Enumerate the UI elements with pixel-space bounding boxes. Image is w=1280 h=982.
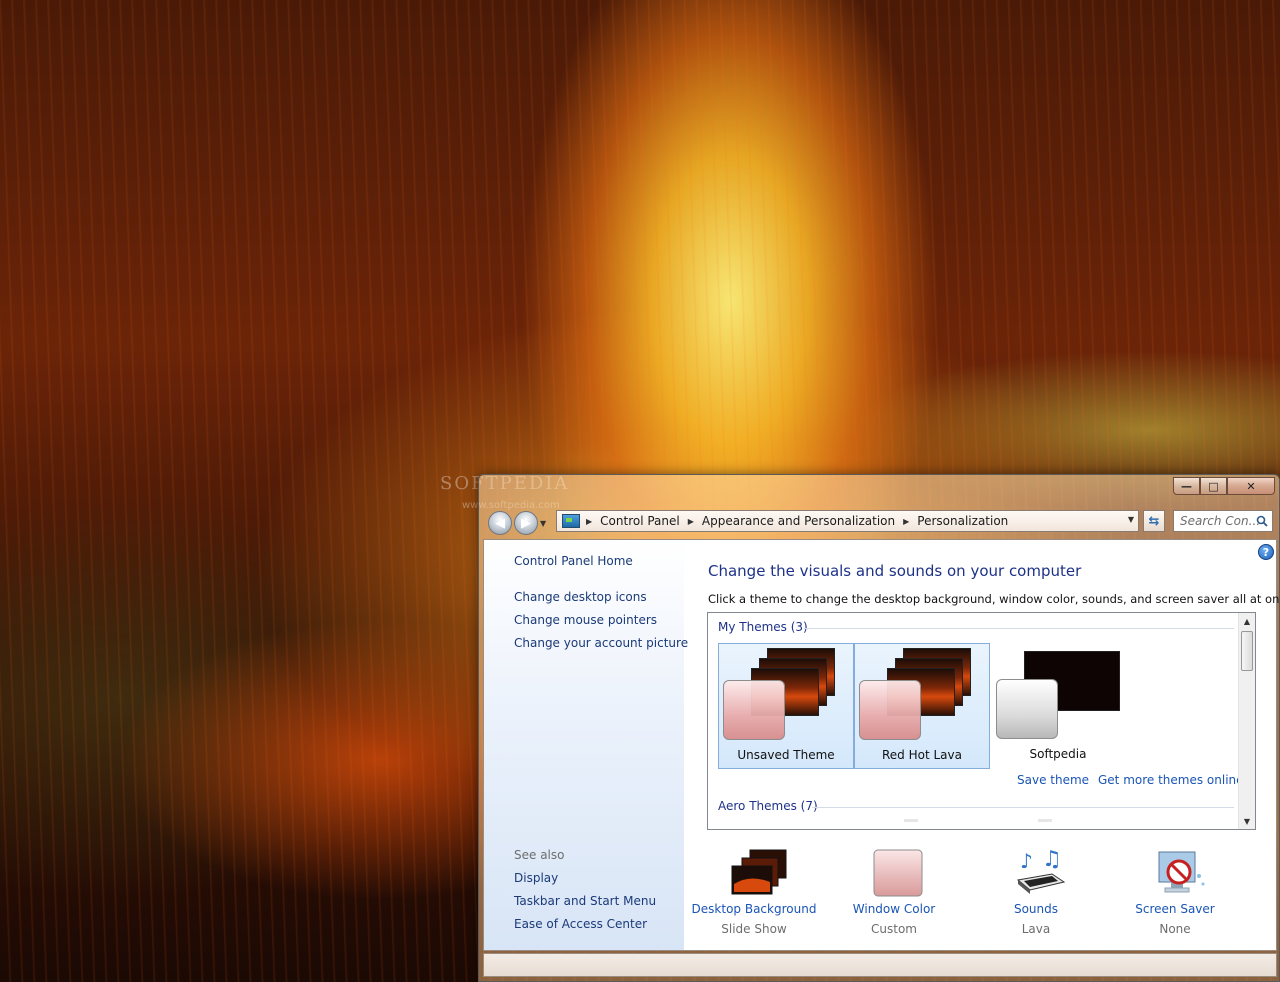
aero-themes-group-header[interactable]: Aero Themes (7) — [718, 799, 818, 813]
status-bar — [483, 953, 1277, 977]
forward-button[interactable]: ▶ — [514, 511, 538, 535]
theme-list[interactable]: My Themes (3) Unsaved Theme Red Hot Lava — [707, 612, 1256, 830]
sounds-icon: ♪ ♫ — [1016, 848, 1066, 894]
option-value: None — [1159, 922, 1191, 936]
address-bar[interactable]: ▶ Control Panel ▶ Appearance and Persona… — [556, 510, 1139, 532]
option-value: Lava — [1021, 922, 1051, 936]
theme-label: Red Hot Lava — [882, 748, 962, 762]
maximize-button[interactable]: □ — [1200, 477, 1227, 495]
sounds-option[interactable]: ♪ ♫ Sounds Lava — [966, 848, 1106, 944]
breadcrumb-control-panel[interactable]: Control Panel — [600, 514, 680, 528]
option-label: Window Color — [852, 902, 936, 916]
my-themes-group-header[interactable]: My Themes (3) — [718, 620, 808, 634]
refresh-button[interactable]: ⇆ — [1143, 510, 1165, 532]
back-button[interactable]: ◀ — [488, 511, 512, 535]
display-link[interactable]: Display — [514, 871, 558, 885]
search-input[interactable]: Search Con... — [1173, 510, 1273, 532]
chevron-down-icon[interactable]: ▼ — [1128, 515, 1134, 524]
theme-label: Softpedia — [1029, 747, 1087, 761]
theme-color-swatch — [859, 680, 921, 740]
partial-theme-tile — [1038, 819, 1052, 822]
option-value: Slide Show — [721, 922, 787, 936]
theme-tile-unsaved[interactable]: Unsaved Theme — [718, 643, 854, 769]
ease-of-access-link[interactable]: Ease of Access Center — [514, 917, 647, 931]
personalization-window: — □ ✕ ◀ ▶ ▼ ▶ Control Panel ▶ Appearance… — [478, 474, 1280, 982]
breadcrumb-appearance[interactable]: Appearance and Personalization — [702, 514, 895, 528]
svg-text:♪: ♪ — [1020, 849, 1033, 873]
save-theme-link[interactable]: Save theme — [1017, 773, 1089, 787]
theme-color-swatch — [723, 680, 785, 740]
scroll-down-icon[interactable]: ▼ — [1239, 813, 1255, 829]
group-divider — [804, 628, 1234, 629]
window-color-option[interactable]: Window Color Custom — [824, 848, 964, 944]
breadcrumb-personalization[interactable]: Personalization — [917, 514, 1008, 528]
window-color-icon — [873, 849, 923, 897]
theme-color-swatch — [996, 679, 1058, 739]
main-content: ? Change the visuals and sounds on your … — [684, 540, 1280, 950]
change-desktop-icons-link[interactable]: Change desktop icons — [514, 590, 647, 604]
task-pane: Control Panel Home Change desktop icons … — [484, 540, 688, 950]
chevron-right-icon[interactable]: ▶ — [688, 517, 694, 526]
arrow-right-icon: ▶ — [521, 515, 531, 531]
option-label: Sounds — [1013, 902, 1059, 916]
screen-saver-icon — [1158, 851, 1205, 893]
control-panel-home-link[interactable]: Control Panel Home — [514, 554, 633, 568]
vertical-scrollbar[interactable]: ▲ ▼ — [1238, 613, 1255, 829]
search-placeholder: Search Con... — [1180, 514, 1261, 528]
scroll-up-icon[interactable]: ▲ — [1239, 613, 1255, 629]
screen-saver-option[interactable]: Screen Saver None — [1105, 848, 1245, 944]
minimize-button[interactable]: — — [1173, 477, 1200, 495]
option-label: Desktop Background — [691, 902, 817, 916]
change-mouse-pointers-link[interactable]: Change mouse pointers — [514, 613, 657, 627]
partial-theme-tile — [904, 819, 918, 822]
desktop-background-icon — [731, 849, 787, 895]
page-title: Change the visuals and sounds on your co… — [708, 562, 1082, 580]
desktop-background-option[interactable]: Desktop Background Slide Show — [684, 848, 824, 944]
chevron-right-icon[interactable]: ▶ — [903, 517, 909, 526]
page-description: Click a theme to change the desktop back… — [708, 592, 1280, 606]
taskbar-start-menu-link[interactable]: Taskbar and Start Menu — [514, 894, 656, 908]
help-icon[interactable]: ? — [1258, 544, 1274, 560]
recent-pages-dropdown[interactable]: ▼ — [540, 519, 550, 529]
theme-tile-red-hot-lava[interactable]: Red Hot Lava — [854, 643, 990, 769]
refresh-icon: ⇆ — [1148, 513, 1160, 529]
change-account-picture-link[interactable]: Change your account picture — [514, 636, 688, 650]
theme-tile-softpedia[interactable]: Softpedia — [990, 643, 1126, 769]
option-label: Screen Saver — [1135, 902, 1215, 916]
option-value: Custom — [871, 922, 917, 936]
search-icon[interactable] — [1256, 515, 1268, 527]
client-area: Control Panel Home Change desktop icons … — [483, 539, 1280, 951]
scrollbar-thumb[interactable] — [1241, 631, 1253, 671]
see-also-heading: See also — [514, 848, 565, 862]
group-divider — [812, 807, 1234, 808]
chevron-right-icon[interactable]: ▶ — [586, 517, 592, 526]
get-more-themes-link[interactable]: Get more themes online — [1098, 773, 1244, 787]
theme-label: Unsaved Theme — [737, 748, 835, 762]
control-panel-icon — [562, 514, 580, 528]
arrow-left-icon: ◀ — [495, 515, 505, 531]
svg-text:♫: ♫ — [1042, 848, 1062, 872]
close-button[interactable]: ✕ — [1227, 477, 1275, 495]
